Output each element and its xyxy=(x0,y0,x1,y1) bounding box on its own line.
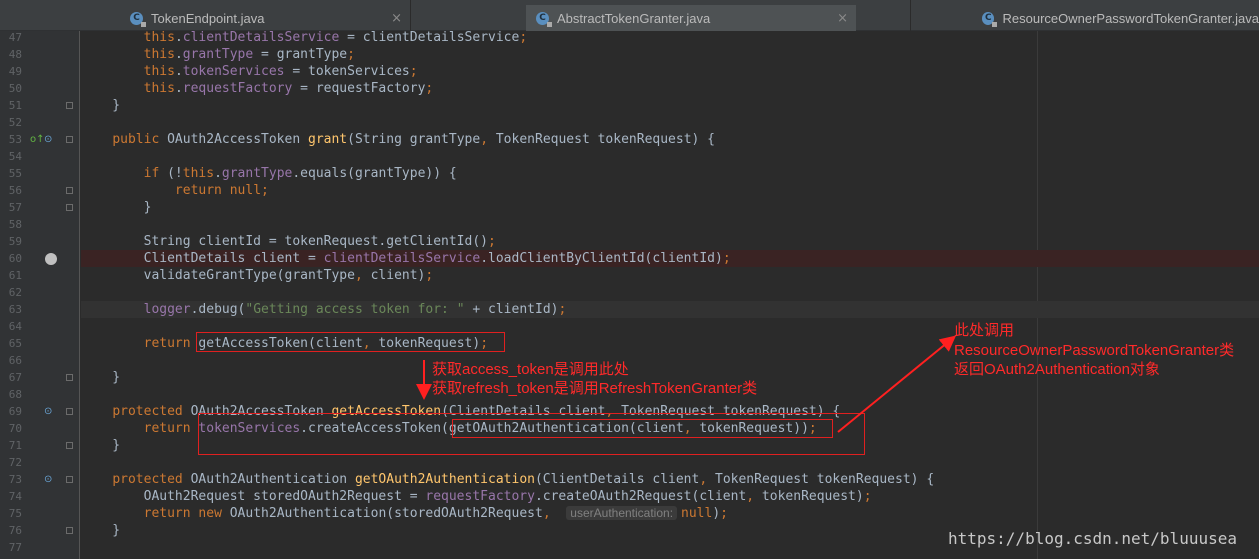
code-line[interactable]: if (!this.grantType.equals(grantType)) { xyxy=(81,165,1259,182)
code-line[interactable]: validateGrantType(grantType, client); xyxy=(81,267,1259,284)
line-number: 76 xyxy=(8,524,22,537)
line-number: 53 xyxy=(8,133,22,146)
line-number: 49 xyxy=(8,65,22,78)
line-number: 73 xyxy=(8,473,22,486)
line-number: 77 xyxy=(8,541,22,554)
line-number: 60 xyxy=(8,252,22,265)
line-number: 50 xyxy=(8,82,22,95)
annotation-access-token: 获取access_token是调用此处 xyxy=(432,361,629,378)
line-number: 72 xyxy=(8,456,22,469)
code-line[interactable]: return new OAuth2Authentication(storedOA… xyxy=(81,505,1259,522)
line-number: 61 xyxy=(8,269,22,282)
code-line[interactable] xyxy=(81,284,1259,301)
highlight-box-get-access-token-call xyxy=(196,332,505,352)
tab-abstract-token-granter[interactable]: C AbstractTokenGranter.java × xyxy=(526,5,856,31)
code-line[interactable]: this.tokenServices = tokenServices; xyxy=(81,63,1259,80)
fold-marker-icon[interactable] xyxy=(66,204,73,211)
fold-marker-icon[interactable] xyxy=(66,476,73,483)
line-number: 63 xyxy=(8,303,22,316)
fold-marker-icon[interactable] xyxy=(66,408,73,415)
fold-marker-icon[interactable] xyxy=(66,442,73,449)
highlight-box-inner-call xyxy=(452,419,833,438)
code-line[interactable]: logger.debug("Getting access token for: … xyxy=(81,301,1259,318)
line-number: 66 xyxy=(8,354,22,367)
fold-marker-icon[interactable] xyxy=(66,187,73,194)
code-line[interactable]: ClientDetails client = clientDetailsServ… xyxy=(81,250,1259,267)
code-line[interactable] xyxy=(81,114,1259,131)
java-class-icon: C xyxy=(982,11,999,27)
annotation-right-line1: 此处调用 xyxy=(954,322,1015,339)
code-line[interactable]: String clientId = tokenRequest.getClient… xyxy=(81,233,1259,250)
debug-marker-icon[interactable]: ⊙ xyxy=(44,406,56,418)
line-number: 74 xyxy=(8,490,22,503)
code-line[interactable]: this.clientDetailsService = clientDetail… xyxy=(81,29,1259,46)
line-number: 51 xyxy=(8,99,22,112)
watermark-url: https://blog.csdn.net/bluuusea xyxy=(948,529,1237,548)
line-number: 55 xyxy=(8,167,22,180)
line-number: 52 xyxy=(8,116,22,129)
line-number: 54 xyxy=(8,150,22,163)
debug-marker-icon[interactable]: ⊙ xyxy=(44,474,56,486)
java-class-icon: C xyxy=(130,11,146,27)
fold-marker-icon[interactable] xyxy=(66,527,73,534)
tab-label: TokenEndpoint.java xyxy=(151,10,265,26)
annotation-right-line2: ResourceOwnerPasswordTokenGranter类 xyxy=(954,342,1235,359)
line-number: 75 xyxy=(8,507,22,520)
annotation-right-line3: 返回OAuth2Authentication对象 xyxy=(954,361,1160,378)
tab-separator xyxy=(410,0,411,31)
fold-marker-icon[interactable] xyxy=(66,102,73,109)
gutter-divider xyxy=(79,31,80,559)
line-number: 65 xyxy=(8,337,22,350)
breakpoint-icon[interactable] xyxy=(45,253,57,265)
line-number: 48 xyxy=(8,48,22,61)
line-number: 68 xyxy=(8,388,22,401)
close-tab-icon[interactable]: × xyxy=(837,11,848,26)
fold-marker-icon[interactable] xyxy=(66,374,73,381)
code-line[interactable]: protected OAuth2Authentication getOAuth2… xyxy=(81,471,1259,488)
line-number: 62 xyxy=(8,286,22,299)
java-class-icon: C xyxy=(536,11,552,27)
code-line[interactable]: } xyxy=(81,199,1259,216)
tab-resource-owner-password-token-granter[interactable]: C ResourceOwnerPasswordTokenGranter.java xyxy=(972,5,1259,31)
annotation-refresh-token: 获取refresh_token是调用RefreshTokenGranter类 xyxy=(432,380,758,397)
tab-separator xyxy=(910,0,911,31)
code-line[interactable]: this.grantType = grantType; xyxy=(81,46,1259,63)
line-number: 71 xyxy=(8,439,22,452)
editor-tab-bar: C TokenEndpoint.java × C AbstractTokenGr… xyxy=(0,0,1259,31)
code-line[interactable] xyxy=(81,216,1259,233)
tab-label: AbstractTokenGranter.java xyxy=(557,10,711,26)
code-line[interactable]: OAuth2Request storedOAuth2Request = requ… xyxy=(81,488,1259,505)
override-marker-icon[interactable]: o↑ xyxy=(30,134,45,146)
code-line[interactable] xyxy=(81,148,1259,165)
code-line[interactable]: this.requestFactory = requestFactory; xyxy=(81,80,1259,97)
line-number: 58 xyxy=(8,218,22,231)
tab-label: ResourceOwnerPasswordTokenGranter.java xyxy=(1002,10,1259,26)
line-number: 59 xyxy=(8,235,22,248)
line-number: 64 xyxy=(8,320,22,333)
debug-marker-icon[interactable]: ⊙ xyxy=(44,134,56,146)
line-number: 67 xyxy=(8,371,22,384)
fold-marker-icon[interactable] xyxy=(66,136,73,143)
line-number: 57 xyxy=(8,201,22,214)
close-tab-icon[interactable]: × xyxy=(391,11,402,26)
line-number: 56 xyxy=(8,184,22,197)
tab-token-endpoint[interactable]: C TokenEndpoint.java × xyxy=(120,5,410,31)
code-line[interactable]: } xyxy=(81,97,1259,114)
code-line[interactable]: return null; xyxy=(81,182,1259,199)
line-number: 69 xyxy=(8,405,22,418)
code-line[interactable]: public OAuth2AccessToken grant(String gr… xyxy=(81,131,1259,148)
line-number: 47 xyxy=(8,31,22,44)
line-number: 70 xyxy=(8,422,22,435)
code-line[interactable] xyxy=(81,454,1259,471)
